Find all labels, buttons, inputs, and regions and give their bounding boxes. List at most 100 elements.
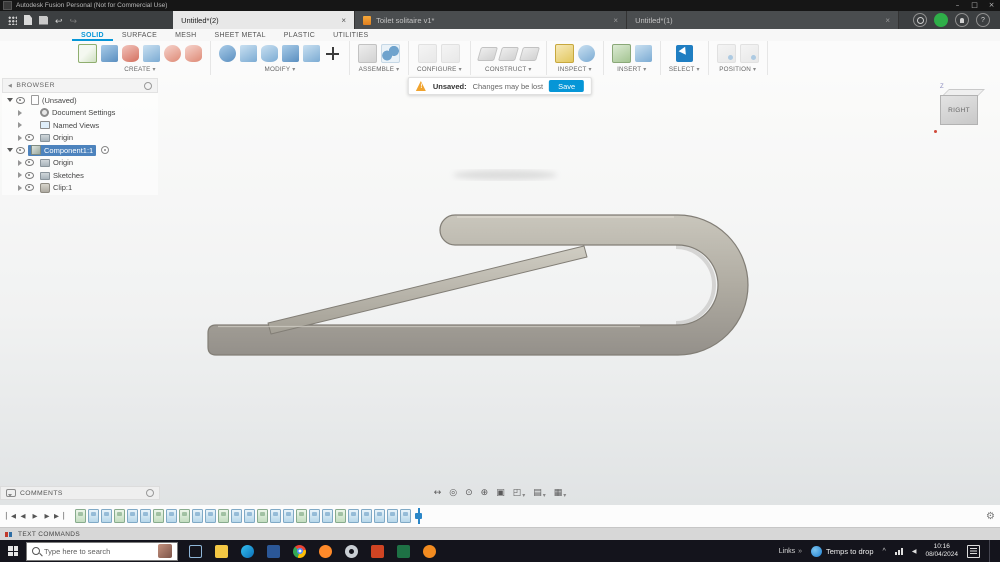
timeline-feature-icon[interactable] [244,509,255,523]
visibility-eye-icon[interactable] [25,134,34,142]
look-at-icon[interactable] [465,489,473,498]
move-copy-icon[interactable] [324,45,341,62]
start-button[interactable] [0,540,26,562]
play-icon[interactable] [29,513,41,520]
visibility-eye-icon[interactable] [25,159,34,167]
configure-group-dropdown[interactable]: CONFIGURE [417,66,462,73]
edge-icon[interactable] [241,544,254,558]
browser-options-icon[interactable] [144,81,152,90]
zoom-icon[interactable] [481,489,489,498]
insert-group-dropdown[interactable]: INSERT [617,66,646,73]
workspace-tab[interactable]: SOLID [72,30,113,41]
timeline-feature-icon[interactable] [257,509,268,523]
offset-face-icon[interactable] [303,45,320,62]
network-icon[interactable] [894,547,903,555]
excel-icon[interactable] [397,544,410,558]
expand-arrow-icon[interactable] [7,98,13,103]
close-button[interactable]: × [983,0,1000,11]
save-icon[interactable] [39,15,48,25]
expand-arrow-icon[interactable] [18,172,22,179]
timeline-feature-icon[interactable] [335,509,346,523]
task-view-icon[interactable] [189,544,202,558]
collapse-panel-icon[interactable] [8,82,12,89]
taskbar-clock[interactable]: 10:16 08/04/2024 [925,543,958,559]
job-status-icon[interactable] [913,13,927,27]
display-settings-icon[interactable] [533,484,546,502]
offset-plane-icon[interactable] [476,46,498,61]
insert-mesh-icon[interactable] [611,44,631,63]
close-tab-icon[interactable]: × [613,16,618,25]
timeline-settings-gear-icon[interactable]: ⚙ [986,511,995,522]
select-group-dropdown[interactable]: SELECT [669,66,700,73]
box-icon[interactable] [101,45,118,62]
browser-tree-item[interactable]: Component1:1 [2,144,158,157]
workspace-tab[interactable]: SURFACE [113,30,166,41]
fillet-icon[interactable] [240,45,257,62]
volume-icon[interactable] [912,548,917,555]
document-tab[interactable]: Untitled*(1) × [627,11,900,29]
point-icon[interactable] [518,46,540,61]
close-tab-icon[interactable]: × [885,16,890,25]
pan-icon[interactable] [434,489,442,498]
document-tab[interactable]: Toilet solitaire v1* × [355,11,628,29]
timeline-feature-icon[interactable] [400,509,411,523]
timeline-feature-icon[interactable] [88,509,99,523]
file-explorer-icon[interactable] [215,544,228,558]
text-commands-bar[interactable]: TEXT COMMANDS [0,527,1000,540]
chrome-icon[interactable] [293,544,306,558]
timeline-feature-icon[interactable] [166,509,177,523]
decal-icon[interactable] [634,45,652,62]
timeline-feature-icon[interactable] [309,509,320,523]
revert-position-icon[interactable] [739,44,759,63]
hidden-icons-chevron[interactable] [883,548,886,555]
workspace-tab[interactable]: PLASTIC [275,30,324,41]
browser-tree-item[interactable]: Named Views [2,119,158,132]
new-component-icon[interactable] [358,44,377,63]
grid-display-icon[interactable] [554,484,567,502]
joint-icon[interactable] [381,44,400,63]
fit-icon[interactable] [496,489,505,498]
timeline-feature-icon[interactable] [127,509,138,523]
browser-tree-item[interactable]: Clip:1 [2,182,158,195]
save-button[interactable]: Save [549,80,585,92]
visibility-eye-icon[interactable] [25,184,34,192]
create-sketch-icon[interactable] [78,44,97,63]
measure-icon[interactable] [554,44,574,63]
minimize-button[interactable]: – [949,0,966,11]
timeline-feature-icon[interactable] [283,509,294,523]
search-image-thumbnail[interactable] [158,544,172,558]
section-analysis-icon[interactable] [577,45,595,62]
weather-widget[interactable]: Temps to drop [811,545,874,557]
timeline-feature-icon[interactable] [205,509,216,523]
timeline-feature-icon[interactable] [361,509,372,523]
capture-position-icon[interactable] [716,44,736,63]
browser-tree-item[interactable]: Sketches [2,169,158,182]
expand-arrow-icon[interactable] [18,134,22,141]
configuration-table-icon[interactable] [441,44,461,63]
activate-component-radio[interactable] [101,146,110,155]
expand-arrow-icon[interactable] [18,109,22,116]
timeline-feature-icon[interactable] [296,509,307,523]
timeline-position-marker[interactable] [415,508,422,524]
timeline-feature-icon[interactable] [153,509,164,523]
timeline-feature-icon[interactable] [114,509,125,523]
taskbar-search-input[interactable]: Type here to search [26,541,178,561]
visibility-eye-icon[interactable] [25,171,34,179]
show-desktop-button[interactable] [989,540,995,562]
expand-arrow-icon[interactable] [18,184,22,191]
document-tab[interactable]: Untitled*(2) × [173,11,356,29]
timeline-feature-icon[interactable] [348,509,359,523]
timeline-feature-icon[interactable] [140,509,151,523]
expand-arrow-icon[interactable] [18,122,22,129]
go-to-end-icon[interactable] [53,513,65,520]
workspace-tab[interactable]: SHEET METAL [206,30,275,41]
fusion-360-icon[interactable] [423,544,436,558]
combine-icon[interactable] [282,45,299,62]
powerpoint-icon[interactable] [371,544,384,558]
timeline-feature-icon[interactable] [270,509,281,523]
timeline-feature-icon[interactable] [322,509,333,523]
clip-arm[interactable] [267,245,588,335]
timeline-feature-icon[interactable] [218,509,229,523]
axis-icon[interactable] [497,46,519,61]
select-icon[interactable] [675,45,693,62]
